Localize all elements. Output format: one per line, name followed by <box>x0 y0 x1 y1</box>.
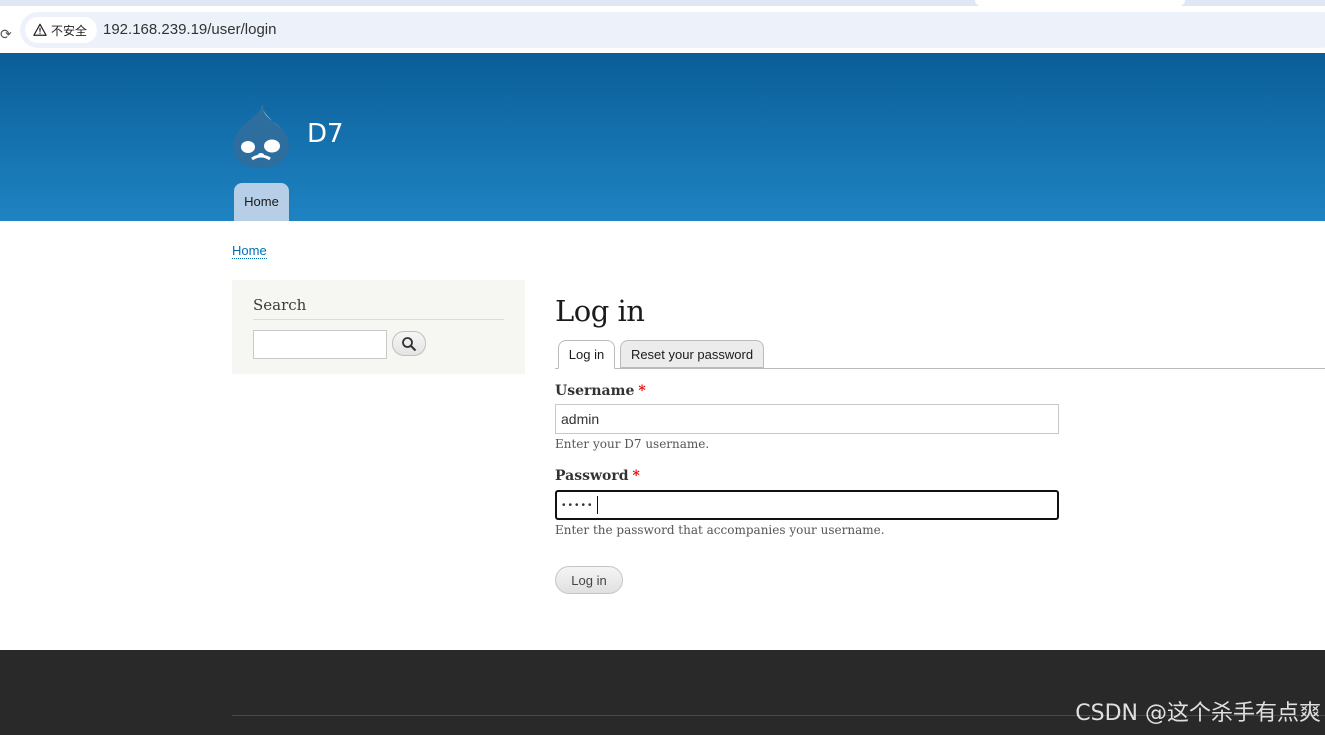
required-mark: * <box>638 383 646 399</box>
main-nav-home[interactable]: Home <box>234 183 289 221</box>
watermark: CSDN @这个杀手有点爽 <box>1075 701 1321 726</box>
tab-log-in[interactable]: Log in <box>558 340 615 369</box>
search-block-title: Search <box>253 296 307 314</box>
site-header: D7 Home <box>0 53 1325 221</box>
tabs-divider <box>555 368 1325 369</box>
username-label-text: Username <box>555 383 635 399</box>
page-title: Log in <box>555 294 645 328</box>
password-field[interactable]: ••••• <box>555 490 1059 520</box>
username-value: admin <box>561 411 600 427</box>
security-label: 不安全 <box>51 23 88 38</box>
password-description: Enter the password that accompanies your… <box>555 523 885 537</box>
search-button[interactable] <box>392 331 426 356</box>
sidebar-search-block: Search <box>232 280 525 374</box>
password-label: Password * <box>555 468 640 484</box>
site-footer: CSDN @这个杀手有点爽 <box>0 650 1325 735</box>
breadcrumb-home[interactable]: Home <box>232 243 267 259</box>
password-label-text: Password <box>555 468 629 484</box>
address-bar[interactable]: 不安全 192.168.239.19/user/login <box>20 12 1325 48</box>
site-name[interactable]: D7 <box>307 119 344 149</box>
text-caret <box>596 496 598 514</box>
username-label: Username * <box>555 383 646 399</box>
security-indicator[interactable]: 不安全 <box>25 17 98 43</box>
username-field[interactable]: admin <box>555 404 1059 434</box>
password-masked-value: ••••• <box>562 499 595 511</box>
warning-icon <box>33 23 47 36</box>
search-icon <box>402 336 417 351</box>
required-mark: * <box>632 468 640 484</box>
browser-toolbar: ⟳ 不安全 192.168.239.19/user/login <box>0 6 1325 53</box>
search-input[interactable] <box>253 330 387 359</box>
login-submit-button[interactable]: Log in <box>555 566 623 594</box>
tab-reset-password[interactable]: Reset your password <box>620 340 764 368</box>
drupal-logo-icon[interactable] <box>232 103 290 169</box>
url-text[interactable]: 192.168.239.19/user/login <box>103 21 276 38</box>
reload-icon[interactable]: ⟳ <box>0 26 12 43</box>
divider <box>253 319 504 320</box>
username-description: Enter your D7 username. <box>555 437 710 451</box>
